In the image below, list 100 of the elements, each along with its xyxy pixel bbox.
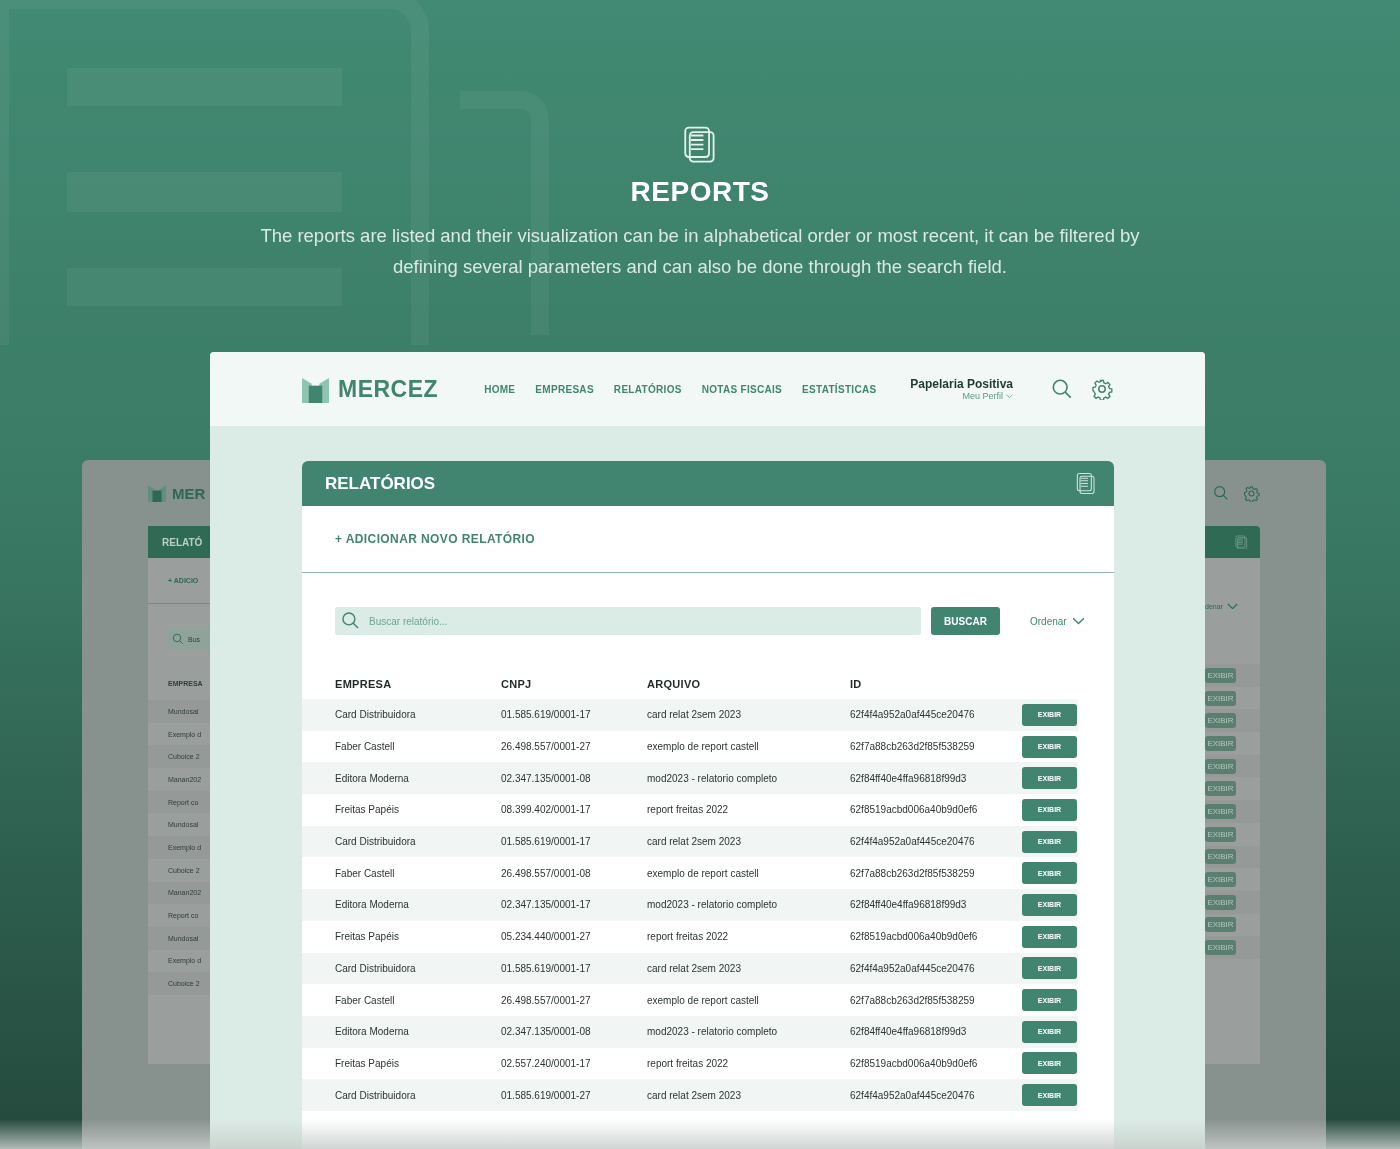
table-cell-text: Freitas Papéis: [335, 931, 400, 943]
table-cell-text: 62f7a88cb263d2f85f538259: [850, 867, 976, 879]
view-button[interactable]: EXIBIR: [1205, 758, 1236, 774]
table-cell-text: 62f8519acbd006a40b9d0ef6: [850, 931, 979, 943]
report-icon: [683, 125, 717, 165]
table-cell-text: 08.399.402/0001-17: [501, 804, 592, 816]
search-icon: [1213, 485, 1229, 501]
search-icon: [341, 611, 360, 630]
settings-icon: [1243, 484, 1260, 502]
table-cell-text: 05.234.440/0001-27: [501, 931, 592, 943]
column-header: CNPJ: [501, 678, 533, 690]
table-cell-text: Faber Castell: [335, 994, 396, 1006]
table-cell-text: mod2023 - relatorio completo: [647, 1026, 779, 1038]
table-cell-text: exemplo de report castell: [647, 741, 760, 753]
table-cell-text: 62f4f4a952a0af445ce20476: [850, 1089, 976, 1101]
logo-text: MER: [172, 484, 206, 502]
table-cell-text: 02.557.240/0001-17: [501, 1057, 592, 1069]
table-cell-text: Card Distribuidora: [335, 709, 417, 721]
table-cell-text: card relat 2sem 2023: [647, 709, 742, 721]
table-cell-text: Card Distribuidora: [335, 1089, 417, 1101]
table-cell-text: card relat 2sem 2023: [647, 836, 742, 848]
search-icon: [172, 633, 184, 645]
view-button[interactable]: EXIBIR: [1205, 917, 1236, 933]
card-header: RELATÓ: [148, 526, 210, 558]
table-cell-text: 01.585.619/0001-17: [501, 836, 592, 848]
view-button[interactable]: EXIBIR: [1205, 667, 1236, 683]
table-cell-text: Faber Castell: [335, 741, 396, 753]
search-button[interactable]: BUSCAR: [931, 607, 1000, 635]
view-button[interactable]: EXIBIR: [1205, 735, 1236, 751]
table-cell-text: Freitas Papéis: [335, 1057, 400, 1069]
table-cell-text: 62f4f4a952a0af445ce20476: [850, 836, 976, 848]
view-button[interactable]: EXIBIR: [1205, 826, 1236, 842]
table-cell-text: 02.347.135/0001-08: [501, 1026, 592, 1038]
view-button[interactable]: EXIBIR: [1205, 781, 1236, 797]
card-title: RELATÓRIOS: [325, 473, 436, 494]
table-cell-text: exemplo de report castell: [647, 994, 760, 1006]
table-cell-text: report freitas 2022: [647, 804, 730, 816]
search-button[interactable]: [1051, 378, 1073, 400]
table-cell-text: 62f7a88cb263d2f85f538259: [850, 741, 976, 753]
view-button[interactable]: EXIBIR: [1205, 849, 1236, 865]
table-cell-text: report freitas 2022: [647, 1057, 730, 1069]
table-cell-text: 62f4f4a952a0af445ce20476: [850, 962, 976, 974]
chevron-down-icon: [1006, 393, 1013, 399]
document-icon: [1235, 534, 1248, 550]
logo-icon: [148, 484, 166, 502]
nav-link[interactable]: EMPRESAS: [535, 383, 594, 395]
nav-link[interactable]: RELATÓRIOS: [613, 383, 682, 395]
table-cell-text: Card Distribuidora: [335, 836, 417, 848]
chevron-down-icon: [1226, 602, 1238, 610]
table-cell-text: 62f7a88cb263d2f85f538259: [850, 994, 976, 1006]
column-header: ARQUIVO: [647, 678, 702, 690]
profile-link[interactable]: Meu Perfil: [962, 391, 1013, 401]
logo-icon: [302, 375, 329, 403]
table-cell-text: 62f8519acbd006a40b9d0ef6: [850, 1057, 979, 1069]
document-icon: [1076, 472, 1096, 495]
table-cell-text: Editora Moderna: [335, 772, 410, 784]
table-cell-text: 26.498.557/0001-27: [501, 994, 592, 1006]
table-cell-text: 26.498.557/0001-08: [501, 867, 592, 879]
view-button[interactable]: EXIBIR: [1205, 690, 1236, 706]
table-cell-text: 62f8519acbd006a40b9d0ef6: [850, 804, 979, 816]
table-cell-text: 62f84ff40e4ffa96818f99d3: [850, 1026, 968, 1038]
view-button[interactable]: EXIBIR: [1205, 872, 1236, 888]
view-button[interactable]: EXIBIR: [1205, 713, 1236, 729]
view-button[interactable]: EXIBIR: [1205, 894, 1236, 910]
page-title: REPORTS: [630, 176, 770, 209]
table-cell-text: Faber Castell: [335, 867, 396, 879]
table-cell-text: exemplo de report castell: [647, 867, 760, 879]
nav-link[interactable]: ESTATÍSTICAS: [802, 383, 877, 395]
table-cell-text: Editora Moderna: [335, 899, 410, 911]
add-report-link[interactable]: + ADICIONAR NOVO RELATÓRIO: [335, 532, 536, 546]
sort-dropdown[interactable]: Ordenar: [1024, 614, 1091, 628]
table-cell-text: 62f4f4a952a0af445ce20476: [850, 709, 976, 721]
search-icon: [1051, 378, 1073, 400]
column-header: ID: [850, 678, 863, 690]
table-cell-text: Editora Moderna: [335, 1026, 410, 1038]
table-cell-text: 01.585.619/0001-27: [501, 1089, 592, 1101]
table-cell-text: mod2023 - relatorio completo: [647, 772, 779, 784]
table-cell-text: 26.498.557/0001-27: [501, 741, 592, 753]
table-cell-text: 02.347.135/0001-17: [501, 899, 592, 911]
search-field[interactable]: Buscar relatório...: [335, 607, 921, 635]
nav-link[interactable]: HOME: [484, 383, 516, 395]
nav-link[interactable]: NOTAS FISCAIS: [701, 383, 783, 395]
table-cell-text: 62f84ff40e4ffa96818f99d3: [850, 899, 968, 911]
table-cell-text: Freitas Papéis: [335, 804, 400, 816]
table-cell-text: card relat 2sem 2023: [647, 1089, 742, 1101]
view-button[interactable]: EXIBIR: [1205, 940, 1236, 956]
table-cell-text: 01.585.619/0001-17: [501, 709, 592, 721]
view-button[interactable]: EXIBIR: [1205, 803, 1236, 819]
column-header: EMPRESA: [335, 678, 393, 690]
table-cell-text: 01.585.619/0001-17: [501, 962, 592, 974]
table-cell-text: card relat 2sem 2023: [647, 962, 742, 974]
logo-text: MERCEZ: [338, 375, 439, 403]
settings-icon: [1091, 378, 1113, 400]
user-name: Papelaria Positiva: [910, 377, 1013, 391]
table-cell-text: report freitas 2022: [647, 931, 730, 943]
table-cell-text: Card Distribuidora: [335, 962, 417, 974]
chevron-down-icon: [1071, 617, 1085, 625]
description: The reports are listed and their visualization can be in alphabetical order or most recent, it can be filtered by defining several parameters and can also be done through the search field.: [260, 224, 1140, 280]
settings-button[interactable]: [1091, 378, 1113, 400]
table-cell-text: 02.347.135/0001-08: [501, 772, 592, 784]
